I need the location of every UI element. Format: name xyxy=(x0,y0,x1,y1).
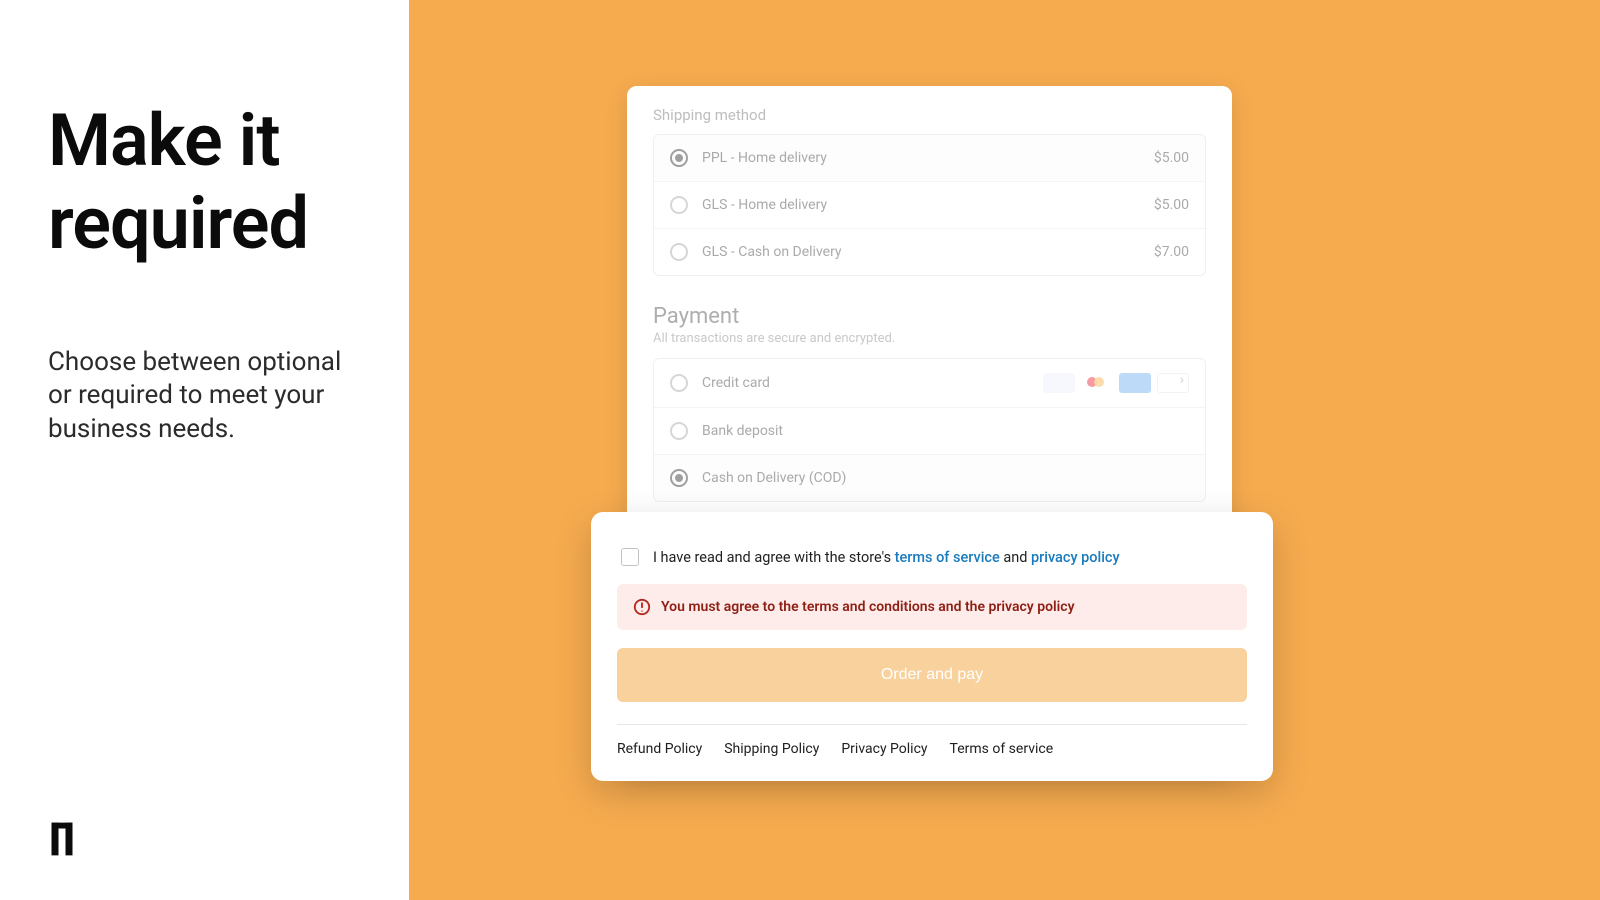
consent-card: I have read and agree with the store's t… xyxy=(591,512,1273,781)
shipping-option-label: GLS - Cash on Delivery xyxy=(702,244,1154,260)
shipping-option-label: GLS - Home delivery xyxy=(702,197,1154,213)
consent-text-part: and xyxy=(1000,549,1031,566)
radio-icon xyxy=(670,149,688,167)
payment-option[interactable]: Bank deposit xyxy=(654,407,1205,454)
radio-icon xyxy=(670,196,688,214)
marketing-panel: Make it required Choose between optional… xyxy=(0,0,409,900)
amex-icon xyxy=(1119,373,1151,393)
error-banner: You must agree to the terms and conditio… xyxy=(617,584,1247,630)
shipping-option-price: $7.00 xyxy=(1154,244,1189,260)
shipping-option-label: PPL - Home delivery xyxy=(702,150,1154,166)
radio-icon xyxy=(670,243,688,261)
shipping-option[interactable]: GLS - Cash on Delivery $7.00 xyxy=(654,228,1205,275)
card-logos xyxy=(1043,373,1189,393)
payment-title: Payment xyxy=(653,304,1206,329)
footer-link[interactable]: Terms of service xyxy=(950,741,1054,757)
more-cards-icon xyxy=(1157,373,1189,393)
alert-icon xyxy=(633,598,651,616)
payment-option-label: Bank deposit xyxy=(702,423,1189,439)
brand-logo xyxy=(48,822,76,860)
radio-icon xyxy=(670,374,688,392)
radio-icon xyxy=(670,422,688,440)
order-button[interactable]: Order and pay xyxy=(617,648,1247,702)
payment-option-label: Credit card xyxy=(702,375,1043,391)
shipping-option[interactable]: GLS - Home delivery $5.00 xyxy=(654,181,1205,228)
payment-options: Credit card Bank deposit Cash on Deliver… xyxy=(653,358,1206,502)
terms-link[interactable]: terms of service xyxy=(895,549,1000,566)
radio-icon xyxy=(670,469,688,487)
payment-note: All transactions are secure and encrypte… xyxy=(653,331,1206,346)
payment-option[interactable]: Credit card xyxy=(654,359,1205,407)
footer-link[interactable]: Refund Policy xyxy=(617,741,702,757)
footer-link[interactable]: Privacy Policy xyxy=(841,741,927,757)
consent-row: I have read and agree with the store's t… xyxy=(617,548,1247,566)
consent-text-part: I have read and agree with the store's xyxy=(653,549,895,566)
shipping-title: Shipping method xyxy=(653,106,1206,124)
privacy-link[interactable]: privacy policy xyxy=(1031,549,1120,566)
consent-checkbox[interactable] xyxy=(621,548,639,566)
shipping-options: PPL - Home delivery $5.00 GLS - Home del… xyxy=(653,134,1206,276)
payment-option-label: Cash on Delivery (COD) xyxy=(702,470,1189,486)
subheadline: Choose between optional or required to m… xyxy=(48,346,361,447)
shipping-option[interactable]: PPL - Home delivery $5.00 xyxy=(654,135,1205,181)
preview-panel: Shipping method PPL - Home delivery $5.0… xyxy=(409,0,1600,900)
shipping-option-price: $5.00 xyxy=(1154,150,1189,166)
mastercard-icon xyxy=(1081,373,1113,393)
policy-links: Refund Policy Shipping Policy Privacy Po… xyxy=(617,724,1247,757)
payment-option[interactable]: Cash on Delivery (COD) xyxy=(654,454,1205,501)
headline: Make it required xyxy=(48,100,361,266)
shipping-option-price: $5.00 xyxy=(1154,197,1189,213)
consent-text: I have read and agree with the store's t… xyxy=(653,549,1120,566)
error-text: You must agree to the terms and conditio… xyxy=(661,599,1075,615)
footer-link[interactable]: Shipping Policy xyxy=(724,741,819,757)
visa-icon xyxy=(1043,373,1075,393)
